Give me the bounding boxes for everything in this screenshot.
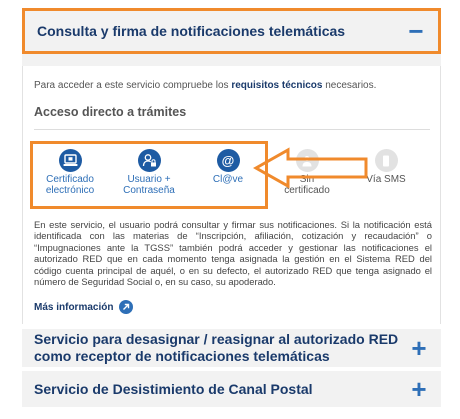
access-label: Certificado electrónico xyxy=(45,174,95,196)
postal-channel-panel: Servicio de Desistimiento de Canal Posta… xyxy=(22,371,441,407)
expand-icon[interactable]: + xyxy=(409,335,429,361)
access-certificate-button[interactable]: Certificado electrónico xyxy=(35,149,105,196)
arrow-annotation-icon xyxy=(253,147,368,189)
panel-title: Servicio de Desistimiento de Canal Posta… xyxy=(34,380,313,397)
collapse-icon[interactable]: − xyxy=(406,18,426,44)
technical-requirements-link[interactable]: requisitos técnicos xyxy=(231,80,322,91)
access-user-password-button[interactable]: Usuario + Contraseña xyxy=(114,149,184,196)
user-lock-icon xyxy=(137,149,161,172)
access-label: Usuario + Contraseña xyxy=(123,174,175,196)
panel-title: Servicio para desasignar / reasignar al … xyxy=(34,331,399,364)
panel-header-unassign-red[interactable]: Servicio para desasignar / reasignar al … xyxy=(22,329,441,367)
certificate-laptop-icon xyxy=(58,149,82,172)
expand-icon[interactable]: + xyxy=(409,376,429,402)
section-title: Acceso directo a trámites xyxy=(34,105,187,119)
panel-body: Para acceder a este servicio compruebe l… xyxy=(22,66,441,324)
sms-icon xyxy=(374,149,398,172)
clave-at-icon: @ xyxy=(216,149,240,172)
notifications-panel: Consulta y firma de notificaciones telem… xyxy=(22,8,441,324)
more-info-link[interactable]: Más información xyxy=(34,300,134,314)
panel-header-notifications[interactable]: Consulta y firma de notificaciones telem… xyxy=(22,8,441,54)
intro-text: Para acceder a este servicio compruebe l… xyxy=(34,80,377,91)
divider xyxy=(34,129,430,130)
panel-header-postal-channel[interactable]: Servicio de Desistimiento de Canal Posta… xyxy=(22,371,441,407)
arrow-up-right-icon xyxy=(119,300,134,314)
unassign-red-panel: Servicio para desasignar / reasignar al … xyxy=(22,329,441,367)
service-description: En este servicio, el usuario podrá consu… xyxy=(34,219,432,288)
panel-title: Consulta y firma de notificaciones telem… xyxy=(37,22,346,39)
